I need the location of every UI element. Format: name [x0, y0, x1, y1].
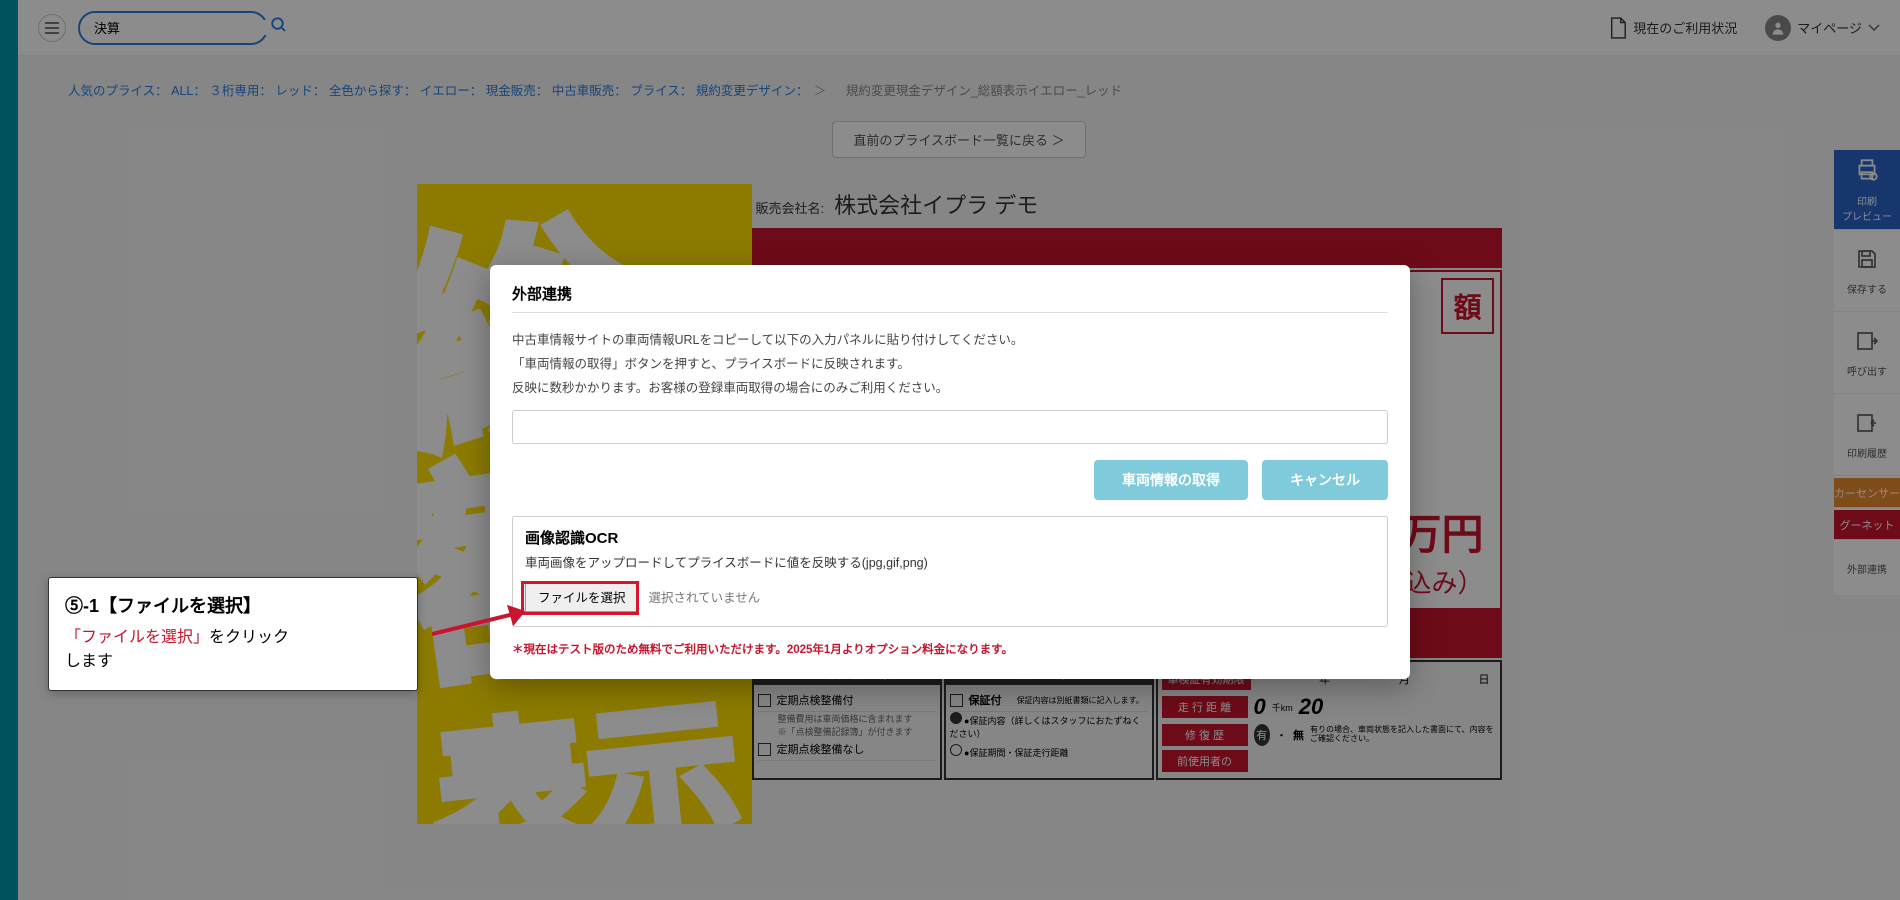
tutorial-callout: ⑤-1【ファイルを選択】 「ファイルを選択」をクリック します: [48, 577, 418, 691]
ocr-title: 画像認識OCR: [525, 527, 1375, 548]
tutorial-arrow: [432, 604, 542, 644]
modal-footnote: ＊現在はテスト版のため無料でご利用いただけます。2025年1月よりオプション料金…: [512, 641, 1388, 657]
file-select-button[interactable]: ファイルを選択: [525, 581, 639, 612]
url-input[interactable]: [512, 410, 1388, 444]
modal-text: 中古車情報サイトの車両情報URLをコピーして以下の入力パネルに貼り付けしてくださ…: [512, 329, 1388, 400]
ocr-section: 画像認識OCR 車両画像をアップロードしてプライスボードに値を反映する(jpg,…: [512, 516, 1388, 627]
file-status: 選択されていません: [649, 587, 761, 606]
ocr-desc: 車両画像をアップロードしてプライスボードに値を反映する(jpg,gif,png): [525, 552, 1375, 571]
external-link-modal: 外部連携 中古車情報サイトの車両情報URLをコピーして以下の入力パネルに貼り付け…: [490, 265, 1410, 679]
callout-body: 「ファイルを選択」をクリック します: [65, 626, 401, 674]
callout-title: ⑤-1【ファイルを選択】: [65, 592, 401, 618]
modal-title: 外部連携: [512, 283, 1388, 313]
cancel-button[interactable]: キャンセル: [1262, 460, 1388, 500]
fetch-vehicle-info-button[interactable]: 車両情報の取得: [1094, 460, 1248, 500]
